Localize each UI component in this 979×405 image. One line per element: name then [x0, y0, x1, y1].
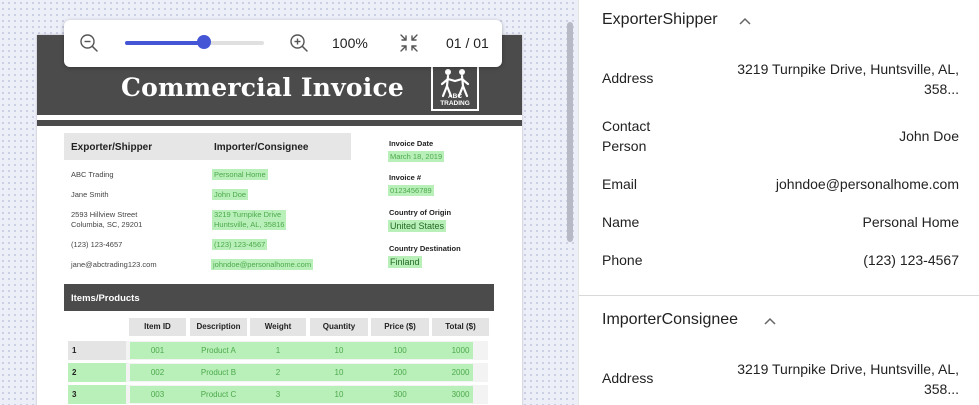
row2-weight[interactable]: 2: [250, 363, 306, 382]
chevron-up-icon[interactable]: [764, 317, 776, 325]
row3-price[interactable]: 300: [371, 385, 429, 404]
row3-description[interactable]: Product C: [190, 385, 247, 404]
invoice-page: Commercial Invoice ABC TRADING Exporter/…: [37, 35, 522, 405]
exporter-header: Exporter/Shipper: [71, 142, 153, 153]
field-value-email[interactable]: johndoe@personalhome.com: [776, 174, 959, 194]
country-destination[interactable]: Finland: [388, 256, 422, 268]
row1-item-id[interactable]: 001: [129, 341, 186, 360]
col-header-item-id: Item ID: [129, 318, 186, 336]
row3-weight[interactable]: 3: [250, 385, 306, 404]
zoom-in-icon[interactable]: [289, 33, 309, 53]
importer-company[interactable]: Personal Home: [212, 169, 268, 180]
field-label-email: Email: [602, 176, 638, 192]
col-header-total: Total ($): [432, 318, 489, 336]
row1-price[interactable]: 100: [371, 341, 429, 360]
invoice-number-label: Invoice #: [389, 173, 422, 182]
importer-name[interactable]: John Doe: [212, 189, 249, 200]
row2-price[interactable]: 200: [371, 363, 429, 382]
company-logo: ABC TRADING: [431, 65, 479, 111]
importer-section-title[interactable]: ImporterConsignee: [602, 311, 738, 329]
zoom-slider-thumb[interactable]: [197, 35, 211, 49]
exporter-address-line2: Columbia, SC, 29201: [71, 220, 143, 229]
importer-header: Importer/Consignee: [214, 142, 309, 153]
row1-quantity[interactable]: 10: [310, 341, 368, 360]
logo-text: ABC TRADING: [440, 93, 470, 107]
row-number: 2: [68, 363, 126, 382]
country-origin[interactable]: United States: [388, 220, 447, 232]
exporter-address-line1: 2593 Hillview Street: [71, 210, 138, 219]
viewer-scrollbar[interactable]: [567, 22, 573, 242]
exporter-email: jane@abctrading123.com: [71, 260, 157, 269]
zoom-level: 100%: [332, 35, 368, 51]
invoice-date-label: Invoice Date: [389, 139, 434, 148]
col-header-quantity: Quantity: [310, 318, 368, 336]
row1-total[interactable]: 1000: [432, 341, 489, 360]
zoom-out-icon[interactable]: [79, 33, 99, 53]
extraction-panel: ExporterShipper Address 3219 Turnpike Dr…: [578, 0, 979, 405]
importer-address-line1[interactable]: 3219 Turnpike Drive: [214, 210, 281, 219]
document-viewer[interactable]: Commercial Invoice ABC TRADING Exporter/…: [0, 0, 578, 405]
section-divider: [579, 295, 979, 296]
invoice-title: Commercial Invoice: [121, 73, 404, 102]
exporter-company: ABC Trading: [71, 170, 114, 179]
col-header-weight: Weight: [250, 318, 306, 336]
row-number: 3: [68, 385, 126, 404]
field-label-address: Address: [602, 70, 654, 86]
row3-total[interactable]: 3000: [432, 385, 489, 404]
field-label-contact-person: Contact Person: [602, 118, 651, 154]
row2-item-id[interactable]: 002: [129, 363, 186, 382]
field-value-address[interactable]: 3219 Turnpike Drive, Huntsville, AL, 358…: [737, 59, 959, 99]
row3-item-id[interactable]: 003: [129, 385, 186, 404]
invoice-date[interactable]: March 18, 2019: [388, 151, 445, 162]
importer-phone[interactable]: (123) 123-4567: [212, 239, 268, 250]
field-value-contact-person[interactable]: John Doe: [899, 126, 959, 146]
row2-description[interactable]: Product B: [190, 363, 247, 382]
field-value-address[interactable]: 3219 Turnpike Drive, Huntsville, AL, 358…: [737, 359, 959, 399]
chevron-up-icon[interactable]: [739, 17, 751, 25]
row-number: 1: [68, 341, 126, 360]
exporter-name: Jane Smith: [71, 190, 109, 199]
field-label-address: Address: [602, 370, 654, 386]
col-header-description: Description: [190, 318, 247, 336]
row3-quantity[interactable]: 10: [310, 385, 368, 404]
row2-total[interactable]: 2000: [432, 363, 489, 382]
field-label-phone: Phone: [602, 252, 643, 268]
viewer-toolbar: 100% 01 / 01: [64, 20, 502, 67]
country-destination-label: Country Destination: [389, 244, 461, 253]
header-rule: [37, 120, 522, 126]
row1-description[interactable]: Product A: [190, 341, 247, 360]
page-indicator: 01 / 01: [446, 35, 489, 51]
row1-weight[interactable]: 1: [250, 341, 306, 360]
importer-address-line2[interactable]: Huntsville, AL, 35816: [214, 220, 284, 229]
importer-email[interactable]: johndoe@personalhome.com: [211, 259, 314, 270]
exporter-section-title[interactable]: ExporterShipper: [602, 11, 718, 29]
collapse-icon[interactable]: [399, 33, 419, 53]
zoom-slider-fill: [125, 41, 204, 45]
field-value-name[interactable]: Personal Home: [863, 212, 960, 232]
exporter-phone: (123) 123-4657: [71, 240, 123, 249]
country-origin-label: Country of Origin: [389, 208, 452, 217]
items-title: Items/Products: [71, 293, 140, 304]
col-header-price: Price ($): [371, 318, 429, 336]
field-label-name: Name: [602, 214, 640, 230]
invoice-number[interactable]: 0123456789: [388, 185, 434, 196]
field-value-phone[interactable]: (123) 123-4567: [863, 250, 959, 270]
row2-quantity[interactable]: 10: [310, 363, 368, 382]
